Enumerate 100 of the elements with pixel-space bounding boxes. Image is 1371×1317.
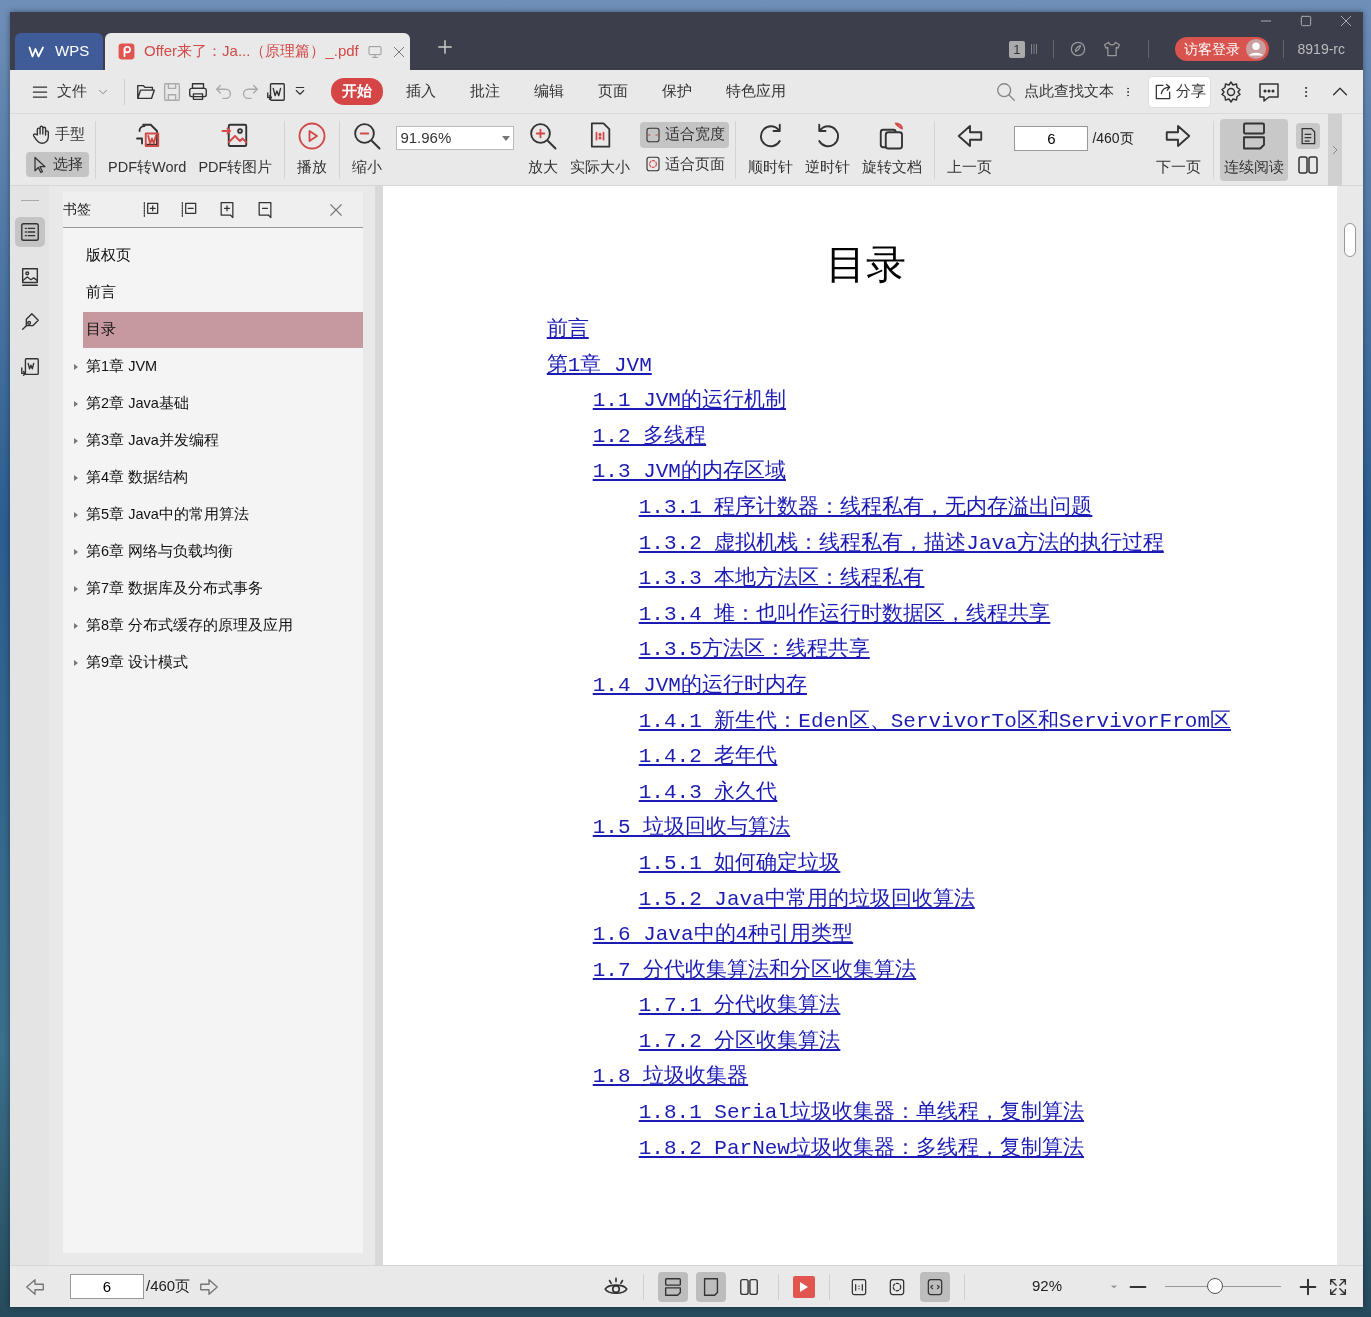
- bookmark-item[interactable]: 第2章 Java基础: [83, 386, 363, 422]
- file-menu[interactable]: 文件: [26, 78, 114, 105]
- expand-arrow-icon[interactable]: [74, 475, 79, 481]
- next-page-button[interactable]: 下一页: [1149, 118, 1207, 181]
- toc-link[interactable]: 1.7.1 分代收集算法: [638, 994, 841, 1018]
- page-number-field[interactable]: 6: [70, 1274, 144, 1299]
- ribbon-tab[interactable]: 特色应用: [715, 78, 797, 105]
- toc-link[interactable]: 1.7.2 分区收集算法: [638, 1029, 841, 1053]
- fit-width-button[interactable]: [920, 1271, 950, 1302]
- bookmark-item[interactable]: 前言: [83, 275, 363, 311]
- scrollbar-thumb[interactable]: [1344, 223, 1356, 257]
- zoom-out-button[interactable]: 缩小: [346, 118, 389, 181]
- ribbon-tab[interactable]: 插入: [395, 78, 447, 105]
- ribbon-tab[interactable]: 开始: [331, 78, 383, 105]
- play-button[interactable]: 播放: [291, 118, 334, 181]
- caret-icon[interactable]: [502, 135, 511, 141]
- toc-link[interactable]: 1.8.2 ParNew垃圾收集器：多线程，复制算法: [638, 1136, 1084, 1160]
- toc-link[interactable]: 1.4 JVM的运行时内存: [592, 673, 807, 697]
- bookmark-item[interactable]: 目录: [83, 312, 363, 348]
- login-button[interactable]: 访客登录: [1174, 37, 1269, 61]
- rotate-button[interactable]: 顺时针: [742, 118, 800, 181]
- pointer-tool[interactable]: 选择: [26, 151, 89, 178]
- expand-arrow-icon[interactable]: [74, 401, 79, 407]
- bookmark-item[interactable]: 第5章 Java中的常用算法: [83, 497, 363, 533]
- continuous-reading-button[interactable]: 连续阅读: [1219, 118, 1288, 181]
- expand-arrow-icon[interactable]: [74, 549, 79, 555]
- toc-link[interactable]: 1.3.2 虚拟机栈：线程私有，描述Java方法的执行过程: [638, 531, 1164, 555]
- expand-arrow-icon[interactable]: [74, 586, 79, 592]
- settings-icon[interactable]: [1219, 79, 1243, 104]
- toc-link[interactable]: 1.4.1 新生代：Eden区、ServivorTo区和ServivorFrom区: [638, 709, 1231, 733]
- print-icon[interactable]: [187, 80, 209, 103]
- bookmark-item[interactable]: 第7章 数据库及分布式事务: [83, 571, 363, 607]
- rotate-button[interactable]: 旋转文档: [856, 118, 929, 181]
- toc-link[interactable]: 1.2 多线程: [592, 424, 707, 448]
- expand-arrow-icon[interactable]: [74, 623, 79, 629]
- avatar-icon: [1244, 38, 1267, 60]
- file-convert-icon: [18, 356, 41, 378]
- convert-button[interactable]: PDF转Word: [102, 118, 193, 181]
- bookmark-item[interactable]: 第8章 分布式缓存的原理及应用: [83, 608, 363, 644]
- toc-link[interactable]: 1.4.2 老年代: [638, 745, 778, 769]
- expand-arrow-icon[interactable]: [74, 660, 79, 666]
- toc-link[interactable]: 1.3.4 堆：也叫作运行时数据区，线程共享: [638, 602, 1051, 626]
- export-icon[interactable]: [265, 80, 287, 103]
- slider-thumb[interactable]: [1206, 1278, 1223, 1294]
- bookmark-item[interactable]: 第1章 JVM: [83, 349, 363, 385]
- toc-link[interactable]: 1.5.1 如何确定垃圾: [638, 851, 841, 875]
- share-button[interactable]: 分享: [1148, 75, 1211, 108]
- toc-link[interactable]: 1.5 垃圾回收与算法: [592, 816, 791, 840]
- expand-arrow-icon[interactable]: [74, 512, 79, 518]
- ribbon-tab[interactable]: 页面: [587, 78, 639, 105]
- new-tab-icon[interactable]: [436, 38, 454, 56]
- bookmark-item[interactable]: 版权页: [83, 238, 363, 274]
- sidebar-list-button[interactable]: [14, 217, 45, 247]
- close-icon[interactable]: [1339, 14, 1353, 28]
- ribbon-tab[interactable]: 编辑: [523, 78, 575, 105]
- pointer-tool[interactable]: 手型: [26, 121, 89, 148]
- panel-title: 书签: [63, 200, 92, 219]
- toc-link[interactable]: 1.7 分代收集算法和分区收集算法: [592, 958, 917, 982]
- fit-page-icon: [887, 1276, 907, 1297]
- toc-link[interactable]: 1.4.3 永久代: [638, 780, 778, 804]
- expand-arrow-icon[interactable]: [74, 438, 79, 444]
- toc-link[interactable]: 1.1 JVM的运行机制: [592, 389, 786, 413]
- fit-mode-button[interactable]: 适合页面: [640, 151, 730, 178]
- ribbon-tab[interactable]: 保护: [651, 78, 703, 105]
- bookmark-item[interactable]: 第9章 设计模式: [83, 645, 363, 681]
- toc-link[interactable]: 1.3.5方法区：线程共享: [638, 638, 870, 662]
- convert-button[interactable]: PDF转图片: [192, 118, 279, 181]
- fit-mode-button[interactable]: 适合宽度: [640, 121, 730, 148]
- toc-link[interactable]: 1.5.2 Java中常用的垃圾回收算法: [638, 887, 975, 911]
- find-text-button[interactable]: 点此查找文本: [991, 78, 1118, 105]
- previous-page-button[interactable]: 上一页: [941, 118, 999, 181]
- page-number-field[interactable]: 6: [1014, 126, 1089, 151]
- toc-link[interactable]: 前言: [546, 318, 589, 341]
- expand-arrow-icon[interactable]: [74, 364, 79, 370]
- toc-link[interactable]: 1.3.1 程序计数器：线程私有，无内存溢出问题: [638, 495, 1093, 519]
- single-page-view-button[interactable]: [696, 1271, 726, 1302]
- shirt-icon[interactable]: [1101, 39, 1122, 59]
- maximize-icon[interactable]: [1299, 14, 1313, 28]
- zoom-in-button[interactable]: 放大: [522, 118, 565, 181]
- toc-link[interactable]: 1.3.3 本地方法区：线程私有: [638, 567, 925, 591]
- zoom-level-label: 92%: [1031, 1276, 1063, 1297]
- rotate-button[interactable]: 逆时针: [799, 118, 857, 181]
- window-tab[interactable]: Offer来了：Ja...（原理篇）_.pdf: [105, 33, 410, 70]
- bookmark-item[interactable]: 第3章 Java并发编程: [83, 423, 363, 459]
- toc-link[interactable]: 1.3 JVM的内存区域: [592, 460, 786, 484]
- toc-link[interactable]: 1.8 垃圾收集器: [592, 1065, 749, 1089]
- window-count-badge[interactable]: 1: [1009, 40, 1025, 58]
- toc-link[interactable]: 1.8.1 Serial垃圾收集器：单线程，复制算法: [638, 1101, 1084, 1125]
- slideshow-button[interactable]: [793, 1275, 815, 1298]
- zoom-field[interactable]: 91.96%: [396, 126, 515, 150]
- bookmark-item[interactable]: 第6章 网络与负载均衡: [83, 534, 363, 570]
- toc-link[interactable]: 第1章 JVM: [546, 353, 652, 377]
- document-title: 目录: [825, 244, 908, 292]
- outline-view-button[interactable]: [1295, 122, 1320, 149]
- toc-link[interactable]: 1.6 Java中的4种引用类型: [592, 923, 854, 947]
- ribbon-tab[interactable]: 批注: [459, 78, 511, 105]
- window-tab[interactable]: WPS: [15, 33, 103, 70]
- bookmark-item[interactable]: 第4章 数据结构: [83, 460, 363, 496]
- continuous-view-button[interactable]: [658, 1271, 688, 1302]
- actual-size-button[interactable]: 实际大小: [564, 118, 637, 181]
